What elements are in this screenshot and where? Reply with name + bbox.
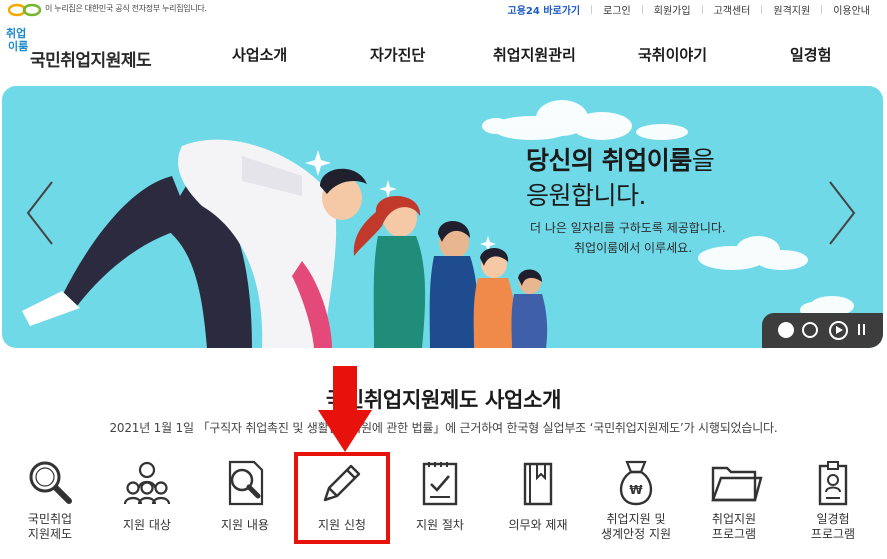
service-icon-list: 국민취업 지원제도 지원 대상 지원 내용 지원 신청 지원 절차 의무와 제재… [0,452,887,559]
slide-indicator-active[interactable] [778,322,794,338]
svg-text:₩: ₩ [629,483,643,497]
section-description: 2021년 1월 1일 「구직자 취업촉진 및 생활안정지원에 관한 법률」에 … [109,421,778,435]
pause-icon[interactable] [858,324,866,336]
hero-banner[interactable]: 당신의 취업이룸을 응원합니다. 더 나은 일자리를 구하도록 제공합니다. 취… [2,86,883,348]
service-item-label: 의무와 제재 [508,518,568,532]
id-badge-icon [818,461,848,506]
remote-support-link[interactable]: 원격지원 [762,2,821,17]
util-links: 고용24 바로가기 로그인 회원가입 고객센터 원격지원 이용안내 [497,2,881,17]
hero-headline: 당신의 취업이룸을 [526,141,715,177]
login-link[interactable]: 로그인 [592,2,642,17]
hero-illustration [22,100,854,348]
site-logo[interactable]: 취업 이룸 국민취업지원제도 [6,28,176,72]
money-bag-icon: ₩ [619,460,653,506]
nav-item-work-experience[interactable]: 일경험 [790,44,831,65]
hero-subtext-2: 취업이룸에서 이루세요. [574,241,693,255]
checklist-icon [422,462,458,506]
service-item-label: 국민취업 지원제도 [27,512,73,541]
next-slide-arrow-icon[interactable] [824,178,860,248]
hero-headline-bold: 당신의 취업이룸 [526,146,692,175]
gov-notice-text: 이 누리집은 대한민국 공식 전자정부 누리집입니다. [45,4,207,13]
service-item-living-support[interactable]: ₩ 취업지원 및 생계안정 지원 [588,452,684,559]
hero-subtext-1: 더 나은 일자리를 구하도록 제공합니다. [530,221,726,235]
highlight-box [294,452,390,544]
book-icon [523,462,553,506]
logo-mini-bottom: 이룸 [8,40,29,53]
service-item-contents[interactable]: 지원 내용 [197,452,293,559]
service-item-label: 취업지원 및 생계안정 지원 [600,512,672,541]
folder-icon [711,466,763,502]
nav-item-support-management[interactable]: 취업지원관리 [493,44,576,65]
people-group-icon [123,461,171,505]
nav-item-stories[interactable]: 국취이야기 [638,44,707,65]
top-utility-bar: 이 누리집은 대한민국 공식 전자정부 누리집입니다. 고용24 바로가기 로그… [0,0,887,20]
slide-indicator[interactable] [802,322,818,338]
service-item-label: 취업지원 프로그램 [711,512,757,541]
service-item-eligibility[interactable]: 지원 대상 [99,452,195,559]
service-item-label: 지원 내용 [221,518,269,532]
document-search-icon [228,460,264,506]
goyong24-link[interactable]: 고용24 바로가기 [497,2,592,17]
service-item-program[interactable]: 국민취업 지원제도 [2,452,98,559]
service-item-obligations[interactable]: 의무와 제재 [490,452,586,559]
slide-controls [762,313,883,348]
service-item-label: 지원 대상 [123,518,171,532]
hero-headline-line2: 응원합니다. [526,181,646,210]
usage-guide-link[interactable]: 이용안내 [822,2,881,17]
section-title: 국민취업지원제도 사업소개 [325,388,562,412]
service-item-job-program[interactable]: 취업지원 프로그램 [686,452,782,559]
service-item-label: 일경험 프로그램 [810,512,856,541]
prev-slide-arrow-icon[interactable] [22,178,58,248]
service-item-work-experience[interactable]: 일경험 프로그램 [785,452,881,559]
down-arrow-icon [318,366,372,452]
customer-center-link[interactable]: 고객센터 [703,2,762,17]
signup-link[interactable]: 회원가입 [643,2,702,17]
hero-headline-rest: 을 [691,146,715,175]
main-nav: 사업소개 자가진단 취업지원관리 국취이야기 일경험 [200,44,887,72]
play-icon[interactable] [829,321,848,340]
logo-name: 국민취업지원제도 [30,51,152,71]
government-logo-icon [8,3,42,17]
nav-item-self-diagnosis[interactable]: 자가진단 [370,44,425,65]
nav-item-business-intro[interactable]: 사업소개 [232,44,287,65]
site-header: 취업 이룸 국민취업지원제도 사업소개 자가진단 취업지원관리 국취이야기 일경… [0,22,887,84]
service-item-procedure[interactable]: 지원 절차 [392,452,488,559]
logo-mini-top: 취업 [6,27,27,40]
service-item-label: 지원 절차 [416,518,464,532]
magnifier-icon [29,461,72,504]
